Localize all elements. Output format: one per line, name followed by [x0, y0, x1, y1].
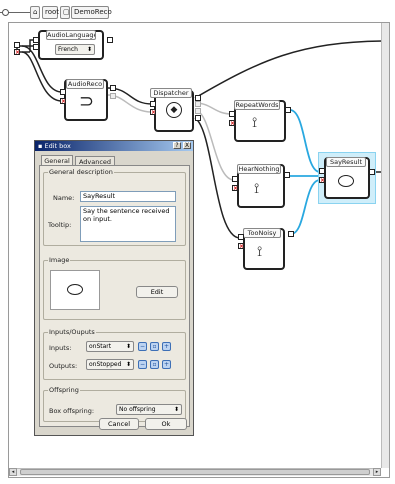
scroll-left-arrow-icon[interactable]: ◂: [9, 468, 17, 476]
audioreco-output-port[interactable]: [110, 85, 116, 91]
box-offspring-select[interactable]: No offspring ⬍: [116, 404, 182, 415]
edit-input-icon[interactable]: ▫: [150, 342, 159, 351]
audioreco-stop-port[interactable]: ×: [60, 98, 66, 105]
remove-output-icon[interactable]: −: [138, 360, 147, 369]
repeatwords-output-port[interactable]: [285, 107, 291, 113]
sayresult-input-port[interactable]: [319, 168, 325, 174]
speech-bubble-icon: [67, 284, 83, 295]
behavior-graph-icon: ⟟: [254, 181, 260, 197]
dialog-title-bar[interactable]: ▪ Edit box: [35, 141, 193, 151]
audioreco-output-port-2[interactable]: [110, 93, 116, 99]
scroll-right-arrow-icon[interactable]: ▸: [373, 468, 381, 476]
box-toonoisy-title: TooNoisy: [243, 228, 281, 238]
box-audiolanguage-title: AudioLanguage: [46, 30, 96, 40]
edit-box-dialog: ▪ Edit box ? X General Advanced General …: [34, 140, 194, 436]
hearnothing-input-port[interactable]: [232, 176, 238, 182]
general-description-label: General description: [48, 168, 114, 176]
dropdown-arrow-icon: ⬍: [86, 46, 92, 53]
hearnothing-stop-port[interactable]: ×: [232, 185, 238, 192]
inputs-value: onStart: [89, 343, 112, 350]
cancel-button[interactable]: Cancel: [99, 418, 139, 430]
behavior-graph-icon: ⟟: [257, 244, 263, 260]
horizontal-scroll-thumb[interactable]: [20, 469, 370, 475]
toonoisy-stop-port[interactable]: ×: [238, 243, 244, 250]
edit-image-button[interactable]: Edit: [136, 286, 178, 298]
dialog-title: Edit box: [44, 142, 71, 150]
name-label: Name:: [53, 194, 75, 202]
sayresult-stop-port[interactable]: ×: [319, 177, 325, 184]
repeatwords-stop-port[interactable]: ×: [229, 120, 235, 127]
image-label: Image: [48, 256, 71, 264]
box-repeatwords-title: RepeatWords: [234, 100, 280, 110]
inputs-label: Inputs:: [49, 344, 72, 352]
vertical-scrollbar[interactable]: [381, 23, 389, 468]
remove-input-icon[interactable]: −: [138, 342, 147, 351]
ear-icon: ⊃: [79, 91, 95, 112]
toonoisy-output-port[interactable]: [288, 231, 294, 237]
box-dispatcher-title: Dispatcher: [150, 88, 192, 98]
edit-output-icon[interactable]: ▫: [150, 360, 159, 369]
outputs-select[interactable]: onStopped ⬍: [86, 359, 134, 370]
dispatcher-icon: ◆: [166, 102, 182, 118]
ok-button[interactable]: Ok: [145, 418, 187, 430]
add-input-icon[interactable]: +: [162, 342, 171, 351]
toonoisy-input-port[interactable]: [238, 234, 244, 240]
repeatwords-input-port[interactable]: [229, 111, 235, 117]
dispatcher-input-port[interactable]: [150, 101, 156, 107]
dropdown-arrow-icon: ⬍: [173, 406, 179, 413]
box-hearnothing-title: HearNothing: [237, 164, 281, 174]
add-output-icon[interactable]: +: [162, 360, 171, 369]
io-group: [43, 332, 186, 380]
box-audioreco-title: AudioReco: [66, 79, 104, 89]
hearnothing-output-port[interactable]: [284, 172, 290, 178]
tooltip-label: Tooltip:: [48, 221, 72, 229]
language-value: French: [58, 46, 78, 53]
speech-bubble-icon: [338, 175, 354, 187]
name-field[interactable]: SayResult: [80, 191, 176, 202]
general-panel: General description Name: SayResult Tool…: [39, 165, 190, 427]
audiolanguage-output-port[interactable]: [107, 37, 113, 43]
dispatcher-output-3[interactable]: [195, 108, 201, 114]
audioreco-input-port[interactable]: [60, 89, 66, 95]
close-icon[interactable]: X: [183, 142, 191, 149]
help-button[interactable]: ?: [173, 142, 181, 149]
behavior-graph-icon: ⟟: [252, 115, 258, 131]
main-stop-port[interactable]: ×: [14, 49, 20, 56]
box-offspring-value: No offspring: [119, 406, 156, 413]
outputs-value: onStopped: [89, 361, 122, 368]
dispatcher-output-2[interactable]: [195, 101, 201, 107]
inputs-select[interactable]: onStart ⬍: [86, 341, 134, 352]
sayresult-output-port[interactable]: [369, 169, 375, 175]
main-input-port[interactable]: [14, 42, 20, 48]
audiolanguage-input-port[interactable]: [33, 37, 39, 43]
outputs-label: Outputs:: [49, 362, 78, 370]
dropdown-arrow-icon: ⬍: [125, 343, 131, 350]
offspring-label: Offspring: [48, 386, 80, 394]
box-offspring-label: Box offspring:: [49, 407, 95, 415]
audiolanguage-input-port-2[interactable]: [33, 44, 39, 50]
box-sayresult-title: SayResult: [326, 157, 366, 167]
language-select[interactable]: French ⬍: [55, 44, 95, 55]
dropdown-arrow-icon: ⬍: [125, 361, 131, 368]
dialog-app-icon: ▪: [38, 142, 43, 150]
tooltip-field[interactable]: Say the sentence received on input.: [80, 206, 176, 242]
dispatcher-stop-port[interactable]: ×: [150, 109, 156, 116]
io-label: Inputs/Ouputs: [48, 328, 96, 336]
dispatcher-output-4[interactable]: [195, 115, 201, 121]
